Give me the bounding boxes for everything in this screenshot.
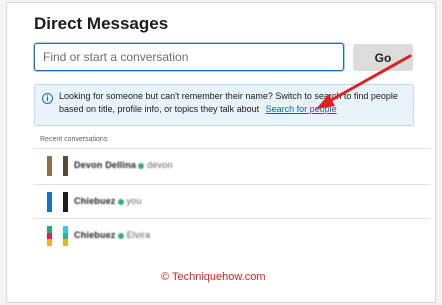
- annotation-arrow-icon: [316, 54, 412, 109]
- watermark: © Techniquehow.com: [161, 271, 266, 283]
